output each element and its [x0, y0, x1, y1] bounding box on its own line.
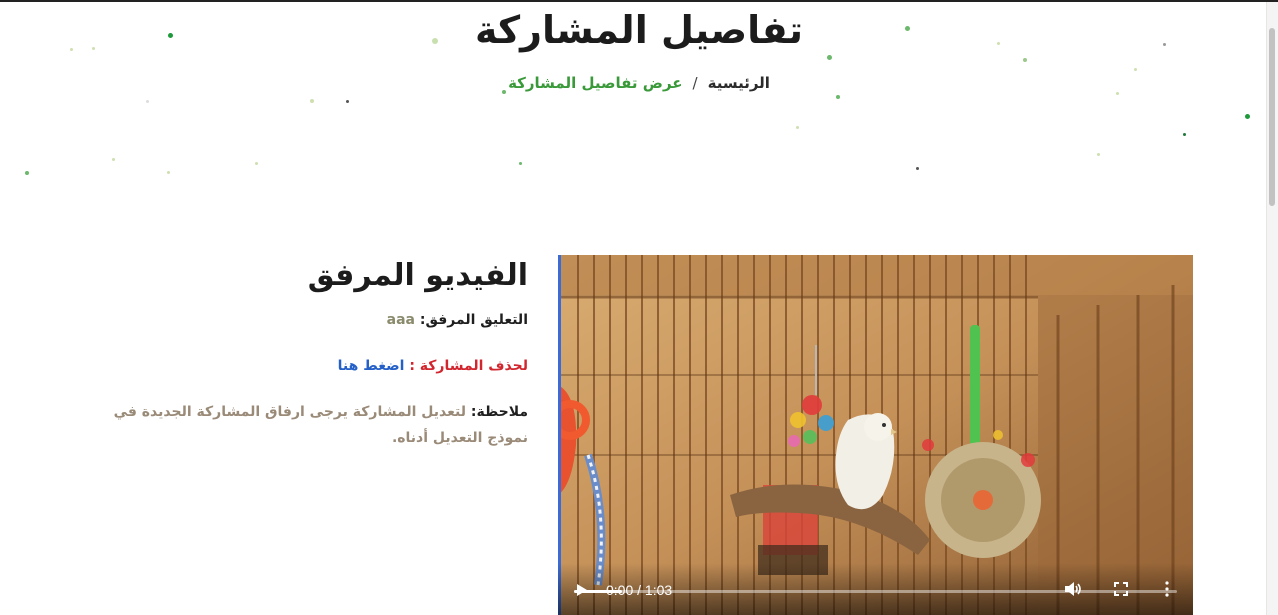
comment-line: التعليق المرفق: aaa	[100, 307, 528, 333]
video-controls: 0:00 / 1:03	[558, 563, 1193, 615]
section-title: الفيديو المرفق	[307, 258, 528, 293]
video-progress-bar[interactable]	[574, 590, 1177, 593]
breadcrumb-home-link[interactable]: الرئيسية	[708, 74, 770, 92]
comment-label: التعليق المرفق:	[419, 312, 528, 328]
page-scrollbar[interactable]	[1266, 2, 1278, 615]
breadcrumb-separator: /	[692, 74, 698, 92]
page-title: تفاصيل المشاركة	[475, 8, 803, 52]
note-text: لتعديل المشاركة يرجى ارفاق المشاركة الجد…	[113, 404, 528, 446]
comment-value: aaa	[386, 312, 415, 328]
scrollbar-thumb[interactable]	[1269, 28, 1275, 206]
delete-label: لحذف المشاركة :	[409, 358, 528, 374]
video-player[interactable]: 0:00 / 1:03	[558, 255, 1193, 615]
breadcrumb: الرئيسية / عرض تفاصيل المشاركة	[0, 74, 1278, 92]
delete-line: لحذف المشاركة : اضغط هنا	[100, 353, 528, 379]
video-progress-fill	[574, 590, 623, 593]
attachment-info: الفيديو المرفق التعليق المرفق: aaa لحذف …	[100, 258, 528, 471]
video-frame	[558, 255, 1193, 615]
delete-link[interactable]: اضغط هنا	[338, 358, 405, 374]
breadcrumb-current: عرض تفاصيل المشاركة	[508, 74, 683, 92]
note-line: ملاحظة: لتعديل المشاركة يرجى ارفاق المشا…	[100, 399, 528, 451]
note-label: ملاحظة:	[470, 404, 528, 420]
